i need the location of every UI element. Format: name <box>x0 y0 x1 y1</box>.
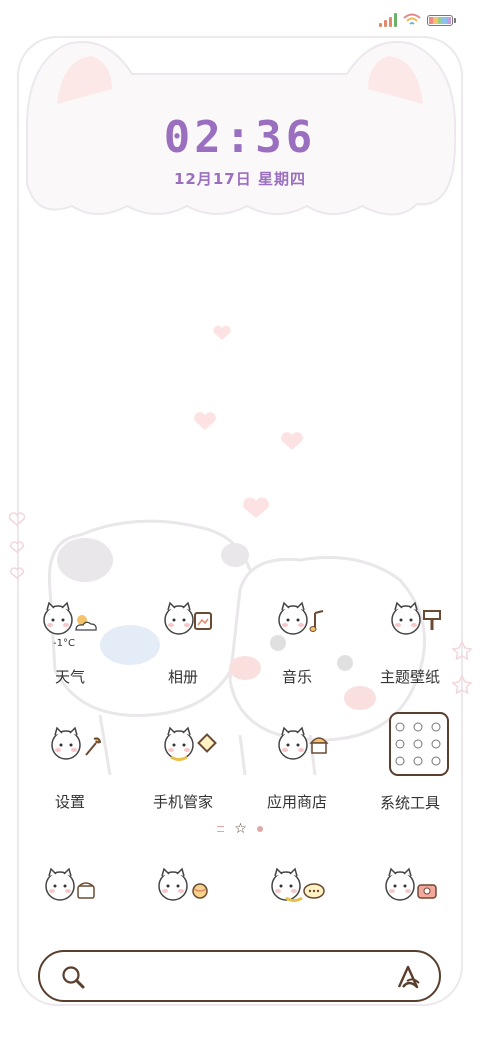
clock-date[interactable]: 12月17日 星期四 <box>0 168 480 189</box>
app-label-phone-manager: 手机管家 <box>152 793 213 811</box>
music-icon <box>278 601 324 635</box>
page-indicator-star-icon: ☆ <box>234 821 247 837</box>
app-weather[interactable]: -1°C 天气 <box>20 598 120 687</box>
page-indicator[interactable]: ☆ <box>0 822 480 836</box>
app-label-theme: 主题壁纸 <box>379 668 440 686</box>
dock-camera[interactable] <box>372 860 452 924</box>
app-gallery[interactable]: 相册 <box>133 598 233 687</box>
app-label-music: 音乐 <box>281 668 312 686</box>
settings-icon <box>51 726 102 760</box>
search-icon[interactable] <box>60 964 86 990</box>
assistant-icon[interactable] <box>395 963 423 991</box>
page-indicator-dot <box>256 826 263 832</box>
app-theme[interactable]: 主题壁纸 <box>360 598 460 687</box>
app-label-system-tools: 系统工具 <box>379 794 440 812</box>
status-bar <box>379 8 456 32</box>
battery-icon <box>427 14 453 26</box>
weather-icon: -1°C <box>43 601 97 649</box>
signal-icon <box>379 13 397 27</box>
app-phone-manager[interactable]: 手机管家 <box>133 723 233 812</box>
app-music[interactable]: 音乐 <box>247 598 347 687</box>
dock-messages[interactable] <box>258 860 338 924</box>
phone-manager-icon <box>164 726 217 761</box>
theme-icon <box>391 601 441 635</box>
app-label-settings: 设置 <box>54 793 85 811</box>
app-store[interactable]: 应用商店 <box>247 723 347 812</box>
page-indicator-menu <box>217 826 225 832</box>
search-bar[interactable] <box>38 950 441 1002</box>
clock-time[interactable]: 02:36 <box>0 112 480 163</box>
weather-temperature: -1°C <box>53 638 75 649</box>
app-settings[interactable]: 设置 <box>20 723 120 812</box>
messages-icon <box>271 867 325 902</box>
gallery-icon <box>164 601 212 635</box>
system-tools-icon <box>389 712 449 776</box>
browser-icon <box>158 867 208 901</box>
phone-icon <box>45 867 95 901</box>
app-label-gallery: 相册 <box>167 668 198 686</box>
wifi-icon <box>403 13 421 25</box>
dock-browser[interactable] <box>145 860 225 924</box>
app-label-app-store: 应用商店 <box>266 793 327 811</box>
app-label-weather: 天气 <box>54 668 85 686</box>
camera-icon <box>385 867 437 901</box>
app-store-icon <box>278 726 329 760</box>
dock-phone[interactable] <box>32 860 112 924</box>
app-system-tools-folder[interactable]: 系统工具 <box>360 710 460 813</box>
